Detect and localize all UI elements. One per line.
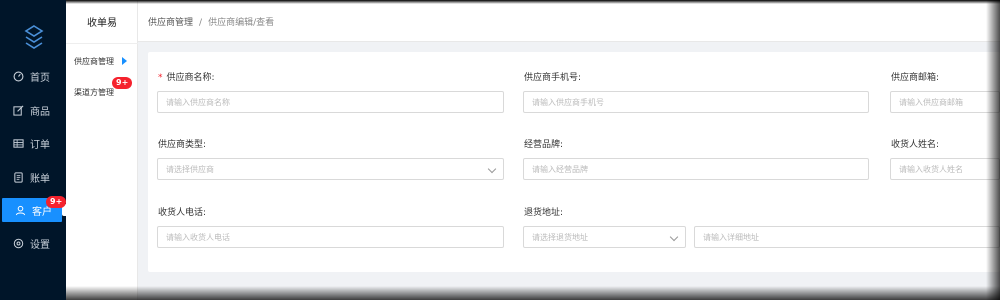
logo-icon <box>24 25 44 49</box>
submenu-item-suppliers[interactable]: 供应商管理 <box>74 56 114 67</box>
supplier-phone-input[interactable]: 请输入供应商手机号 <box>523 91 869 113</box>
detail-address-input[interactable]: 请输入详细地址 <box>694 226 1000 248</box>
consignee-phone-input[interactable]: 请输入收货人电话 <box>157 226 504 248</box>
breadcrumb-separator: / <box>199 18 203 28</box>
breadcrumb: 供应商管理 / 供应商编辑/查看 <box>148 15 274 28</box>
bill-icon <box>12 171 24 183</box>
brand-label: 经营品牌: <box>524 140 564 150</box>
submenu-item-channels[interactable]: 渠道方管理 <box>74 87 114 98</box>
table-icon <box>12 137 24 149</box>
vignette-bottom <box>66 286 1000 300</box>
nav-label: 订单 <box>30 139 50 151</box>
chevron-down-icon <box>669 232 679 242</box>
breadcrumb-parent[interactable]: 供应商管理 <box>148 18 193 28</box>
brand-input[interactable]: 请输入经营品牌 <box>523 158 869 180</box>
user-icon <box>14 204 26 216</box>
supplier-phone-label: 供应商手机号: <box>524 73 582 83</box>
required-mark: * <box>158 73 163 83</box>
channels-badge: 9+ <box>112 77 133 89</box>
return-address-select[interactable]: 请选择退货地址 <box>523 226 686 248</box>
supplier-type-select[interactable]: 请选择供应商 <box>157 158 504 180</box>
return-address-label: 退货地址: <box>524 208 564 218</box>
submenu-title: 收单易 <box>66 0 138 44</box>
nav-label: 商品 <box>30 106 50 118</box>
edit-icon <box>12 104 24 116</box>
supplier-type-placeholder: 请选择供应商 <box>166 164 214 174</box>
main-nav: 首页 商品 订单 账单 客户 9+ 设置 <box>0 0 67 300</box>
nav-item-home[interactable]: 首页 <box>0 64 66 88</box>
consignee-name-label: 收货人姓名: <box>891 140 940 150</box>
form-card: * 供应商名称: 请输入供应商名称 供应商手机号: 请输入供应商手机号 供应商邮箱… <box>148 52 1000 272</box>
nav-label: 设置 <box>30 239 50 251</box>
vignette-top <box>66 0 1000 4</box>
supplier-email-input[interactable]: 请输入供应商邮箱 <box>890 91 1000 113</box>
active-arrow-icon <box>122 57 127 65</box>
nav-item-orders[interactable]: 订单 <box>0 131 66 155</box>
supplier-name-input[interactable]: 请输入供应商名称 <box>157 91 504 113</box>
nav-item-bills[interactable]: 账单 <box>0 165 66 189</box>
chevron-down-icon <box>487 164 497 174</box>
nav-label: 账单 <box>30 173 50 185</box>
return-address-placeholder: 请选择退货地址 <box>532 232 588 242</box>
nav-item-products[interactable]: 商品 <box>0 98 66 122</box>
settings-icon <box>12 237 24 249</box>
breadcrumb-current: 供应商编辑/查看 <box>208 18 275 28</box>
sub-menu: 收单易 供应商管理 渠道方管理 9+ <box>66 0 138 300</box>
dashboard-icon <box>12 70 24 82</box>
top-bar: 供应商管理 / 供应商编辑/查看 <box>138 0 1000 42</box>
consignee-phone-label: 收货人电话: <box>158 208 207 218</box>
nav-item-settings[interactable]: 设置 <box>0 231 66 255</box>
vignette-right <box>986 0 1000 300</box>
nav-label: 首页 <box>30 72 50 84</box>
supplier-type-label: 供应商类型: <box>158 140 207 150</box>
supplier-name-label: * 供应商名称: <box>158 73 215 83</box>
customers-badge: 9+ <box>46 196 67 208</box>
supplier-email-label: 供应商邮箱: <box>891 73 940 83</box>
consignee-name-input[interactable]: 请输入收货人姓名 <box>890 158 1000 180</box>
